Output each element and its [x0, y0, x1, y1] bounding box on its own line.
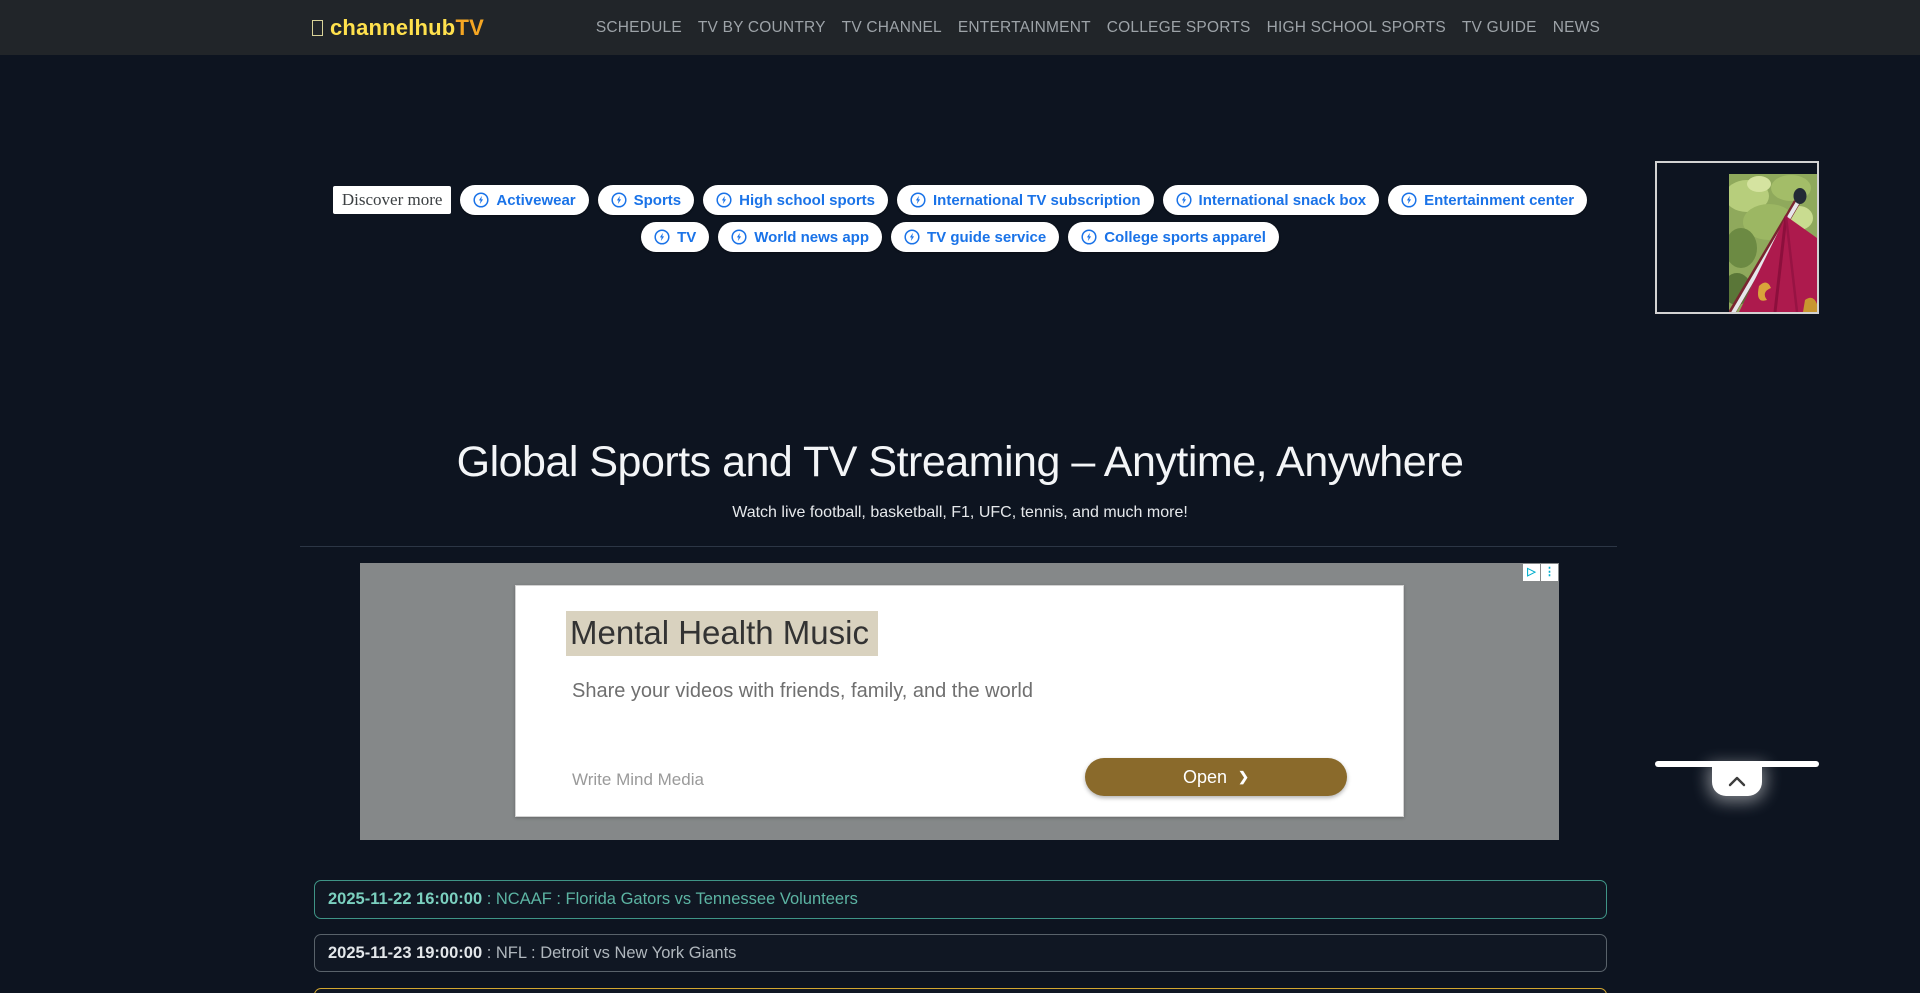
circled-bolt-icon [716, 192, 732, 208]
page-title: Global Sports and TV Streaming – Anytime… [0, 438, 1920, 487]
event-row-partial[interactable] [314, 988, 1607, 993]
event-time: 2025-11-22 16:00:00 [328, 890, 482, 909]
circled-bolt-icon [910, 192, 926, 208]
chip-international-tv-subscription[interactable]: International TV subscription [897, 185, 1154, 215]
brand-logo[interactable]: channelhubTV [312, 15, 484, 41]
chip-activewear[interactable]: Activewear [460, 185, 588, 215]
ad-description: Share your videos with friends, family, … [572, 680, 1033, 703]
chip-college-sports-apparel[interactable]: College sports apparel [1068, 222, 1279, 252]
discover-chips-section: Discover more Activewear Sports High sch… [0, 185, 1920, 259]
chevron-right-icon: ❯ [1238, 769, 1249, 785]
ad-advertiser-name: Write Mind Media [572, 770, 704, 790]
chip-label: Activewear [496, 192, 575, 209]
chip-row-2: TV World news app TV guide service Colle… [0, 222, 1920, 252]
ad-options-dots-icon[interactable]: ⋮ [1541, 564, 1558, 581]
chip-label: High school sports [739, 192, 875, 209]
nav-item-entertainment[interactable]: ENTERTAINMENT [950, 11, 1099, 45]
collapse-toggle-button[interactable] [1712, 766, 1762, 796]
chip-tv[interactable]: TV [641, 222, 709, 252]
circled-bolt-icon [473, 192, 489, 208]
event-row-nfl[interactable]: 2025-11-23 19:00:00 : NFL : Detroit vs N… [314, 934, 1607, 972]
circled-bolt-icon [611, 192, 627, 208]
ad-badges: ▷ ⋮ [1523, 564, 1558, 581]
circled-bolt-icon [904, 229, 920, 245]
ad-creative-card[interactable]: Mental Health Music Share your videos wi… [515, 585, 1404, 817]
circled-bolt-icon [1081, 229, 1097, 245]
divider [300, 546, 1617, 547]
tv-placeholder-icon [312, 20, 323, 36]
nav-item-tv-guide[interactable]: TV GUIDE [1454, 11, 1545, 45]
main-nav: SCHEDULE TV BY COUNTRY TV CHANNEL ENTERT… [588, 11, 1608, 45]
ad-banner: ▷ ⋮ Mental Health Music Share your video… [360, 563, 1559, 840]
ad-title: Mental Health Music [566, 614, 878, 652]
chip-label: College sports apparel [1104, 229, 1266, 246]
chip-sports[interactable]: Sports [598, 185, 695, 215]
ad-open-label: Open [1183, 767, 1227, 788]
chip-label: TV guide service [927, 229, 1046, 246]
event-details: : NFL : Detroit vs New York Giants [482, 944, 736, 963]
chip-label: TV [677, 229, 696, 246]
chevron-up-icon [1727, 775, 1747, 787]
chip-label: World news app [754, 229, 869, 246]
event-row-ncaaf[interactable]: 2025-11-22 16:00:00 : NCAAF : Florida Ga… [314, 880, 1607, 919]
nav-item-high-school-sports[interactable]: HIGH SCHOOL SPORTS [1259, 11, 1454, 45]
nav-item-schedule[interactable]: SCHEDULE [588, 11, 690, 45]
circled-bolt-icon [731, 229, 747, 245]
brand-suffix: TV [455, 15, 484, 41]
circled-bolt-icon [654, 229, 670, 245]
chip-high-school-sports[interactable]: High school sports [703, 185, 888, 215]
chip-label: International TV subscription [933, 192, 1141, 209]
nav-item-college-sports[interactable]: COLLEGE SPORTS [1099, 11, 1259, 45]
flag-video-frame [1729, 174, 1817, 312]
chip-row-1: Discover more Activewear Sports High sch… [0, 185, 1920, 215]
page-subtitle: Watch live football, basketball, F1, UFC… [0, 504, 1920, 522]
floating-video-player [1655, 161, 1819, 314]
nav-item-news[interactable]: NEWS [1545, 11, 1608, 45]
event-details: : NCAAF : Florida Gators vs Tennessee Vo… [482, 890, 858, 909]
ad-open-button[interactable]: Open ❯ [1085, 758, 1347, 796]
chip-international-snack-box[interactable]: International snack box [1163, 185, 1380, 215]
chip-label: International snack box [1199, 192, 1367, 209]
adchoices-icon[interactable]: ▷ [1523, 564, 1540, 581]
chip-world-news-app[interactable]: World news app [718, 222, 882, 252]
circled-bolt-icon [1401, 192, 1417, 208]
nav-item-tv-by-country[interactable]: TV BY COUNTRY [690, 11, 834, 45]
brand-name: channelhub [330, 15, 455, 41]
discover-more-label: Discover more [333, 186, 452, 214]
nav-item-tv-channel[interactable]: TV CHANNEL [834, 11, 950, 45]
event-time: 2025-11-23 19:00:00 [328, 944, 482, 963]
chip-label: Entertainment center [1424, 192, 1574, 209]
chip-tv-guide-service[interactable]: TV guide service [891, 222, 1059, 252]
chip-label: Sports [634, 192, 682, 209]
chip-entertainment-center[interactable]: Entertainment center [1388, 185, 1587, 215]
video-thumbnail[interactable] [1729, 174, 1817, 312]
navbar-container: channelhubTV SCHEDULE TV BY COUNTRY TV C… [300, 0, 1620, 55]
top-navbar: channelhubTV SCHEDULE TV BY COUNTRY TV C… [0, 0, 1920, 55]
circled-bolt-icon [1176, 192, 1192, 208]
